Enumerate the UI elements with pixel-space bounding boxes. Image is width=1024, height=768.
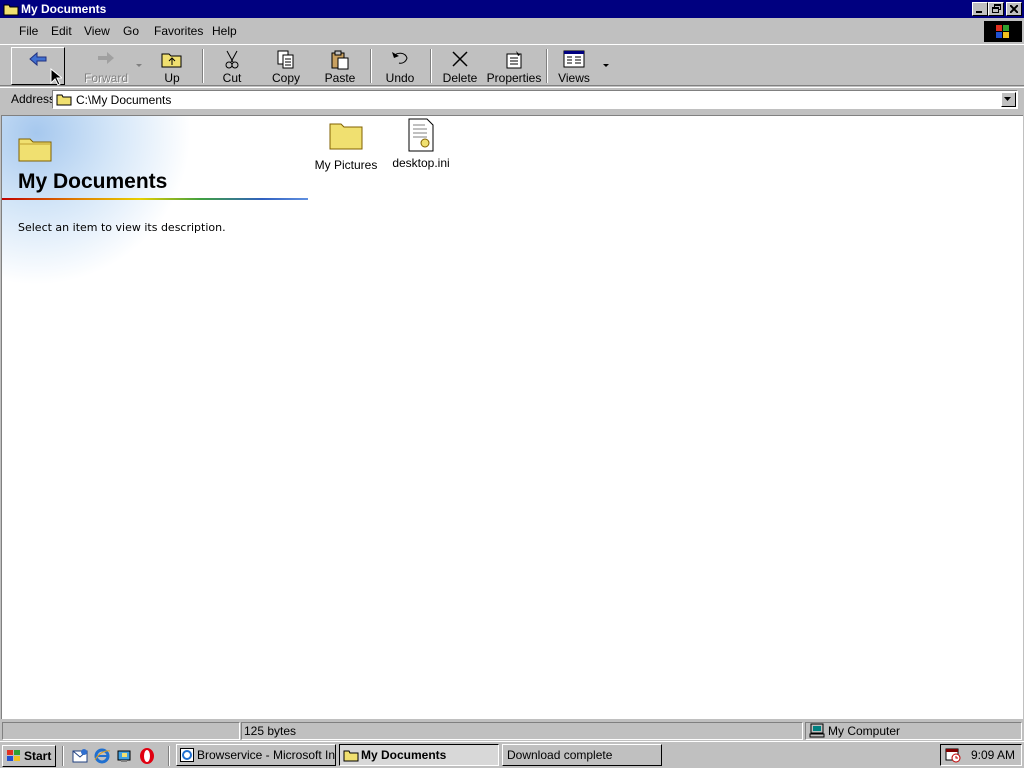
copy-button[interactable]: Copy [264,47,308,85]
restore-button[interactable] [988,2,1004,16]
cut-button[interactable]: Cut [210,47,254,85]
folder-icon [343,750,359,762]
forward-button[interactable]: Forward [80,47,132,85]
status-pane-main [2,722,240,740]
folder-panel-description: Select an item to view its description. [18,221,226,234]
minimize-button[interactable] [972,2,988,16]
status-bar: 125 bytes My Computer [0,720,1024,741]
up-folder-icon [161,53,182,68]
menu-view[interactable]: View [84,24,110,38]
views-dropdown[interactable] [600,47,612,85]
taskbar: Start Browservice - Microsoft Int... My … [0,741,1024,768]
menu-help[interactable]: Help [212,24,237,38]
start-label: Start [24,749,52,763]
menu-edit[interactable]: Edit [51,24,72,38]
up-button[interactable]: Up [150,47,194,85]
toolbar-separator [546,49,548,83]
internet-explorer-icon[interactable] [94,748,111,764]
status-pane-size: 125 bytes [241,722,803,740]
windows-logo-icon [984,21,1022,42]
delete-label: Delete [442,71,478,85]
back-arrow-icon [29,51,47,67]
task-label: Download complete [507,748,613,762]
back-button[interactable] [11,47,65,86]
undo-icon [392,52,408,64]
task-browservice[interactable]: Browservice - Microsoft Int... [176,744,336,766]
mouse-cursor-icon [50,68,62,86]
status-zone-label: My Computer [828,724,901,738]
address-bar: Address C:\My Documents [0,87,1024,111]
internet-explorer-icon [180,748,194,762]
my-computer-icon [809,723,825,738]
folder-icon [329,123,363,150]
views-label: Views [558,71,590,85]
properties-button[interactable]: Properties [486,47,542,85]
undo-button[interactable]: Undo [378,47,422,85]
properties-icon [506,51,522,69]
system-tray: 9:09 AM [940,744,1022,766]
close-button[interactable] [1006,2,1022,16]
show-desktop-icon[interactable] [116,748,133,764]
chevron-down-icon [1004,97,1011,101]
properties-label: Properties [486,71,542,85]
file-name: desktop.ini [392,156,450,170]
folder-icon [3,2,19,19]
title-divider [2,198,308,200]
paste-icon [331,50,349,70]
forward-dropdown[interactable] [133,47,145,85]
paste-label: Paste [324,71,356,85]
start-button[interactable]: Start [2,745,56,767]
outlook-express-icon[interactable] [72,748,89,764]
task-my-documents[interactable]: My Documents [339,744,499,766]
menu-go[interactable]: Go [123,24,139,38]
file-item-desktop-ini[interactable]: desktop.ini [384,118,458,174]
task-label: My Documents [361,748,447,762]
clock[interactable]: 9:09 AM [971,748,1015,762]
up-label: Up [164,71,180,85]
folder-panel-title: My Documents [18,170,168,193]
views-button[interactable]: Views [552,47,596,85]
delete-x-icon [452,51,468,67]
scissors-icon [225,50,239,69]
folder-icon [56,94,72,106]
views-icon [563,50,585,68]
menu-bar: File Edit View Go Favorites Help [0,20,1024,42]
task-label: Browservice - Microsoft Int... [197,748,336,762]
opera-browser-icon[interactable] [138,747,156,765]
cut-label: Cut [222,71,242,85]
undo-label: Undo [385,71,415,85]
title-bar[interactable]: My Documents [0,0,1024,18]
address-input[interactable]: C:\My Documents [52,90,1018,109]
windows-flag-icon [7,750,20,761]
task-download-complete[interactable]: Download complete [502,744,662,766]
folder-large-icon [18,134,52,165]
file-item-my-pictures[interactable]: My Pictures [309,120,383,174]
forward-arrow-icon [98,52,114,64]
address-label: Address [11,92,56,106]
delete-button[interactable]: Delete [438,47,482,85]
paste-button[interactable]: Paste [318,47,362,85]
folder-view[interactable]: My Documents Select an item to view its … [1,115,1023,719]
toolbar-separator [430,49,432,83]
forward-label: Forward [83,71,128,85]
dropdown-arrow-icon [603,64,609,67]
toolbar-separator [370,49,372,83]
copy-icon [277,50,294,69]
status-pane-zone: My Computer [805,722,1022,740]
ini-file-icon [408,118,434,152]
window-title: My Documents [21,2,107,16]
menu-file[interactable]: File [19,24,38,38]
taskbar-separator [62,746,64,766]
menu-favorites[interactable]: Favorites [154,24,203,38]
scheduler-icon[interactable] [945,747,961,763]
taskbar-separator [168,746,170,766]
standard-toolbar: Forward Up Cut Copy Paste Undo Delete Pr… [0,44,1024,86]
file-name: My Pictures [314,158,378,172]
copy-label: Copy [271,71,300,85]
toolbar-separator [202,49,204,83]
quick-launch [70,746,162,766]
address-dropdown-button[interactable] [1001,92,1016,107]
address-value: C:\My Documents [76,93,172,107]
